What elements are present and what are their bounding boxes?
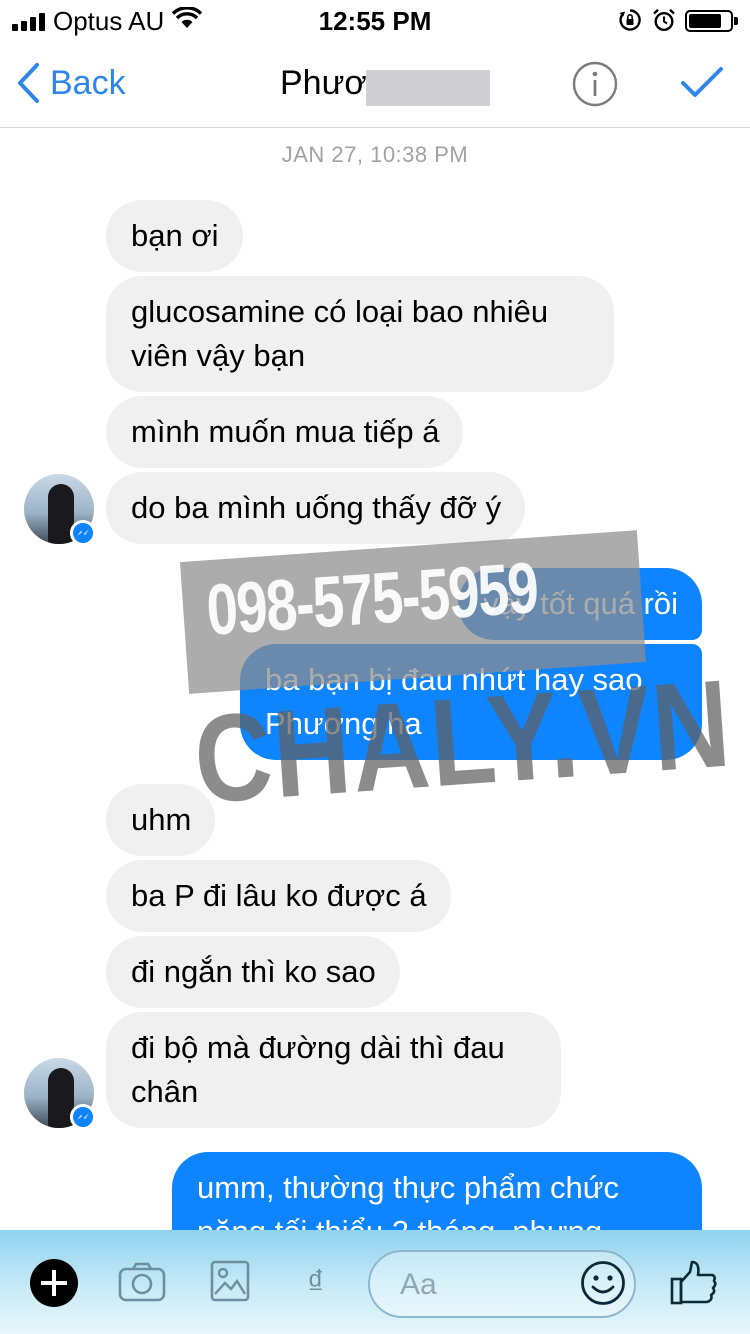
messenger-badge-icon [70,520,96,546]
message-bubble-incoming[interactable]: đi bộ mà đường dài thì đau chân [106,1012,561,1128]
back-label: Back [50,63,126,102]
avatar[interactable] [24,1058,96,1130]
alarm-icon [653,8,675,32]
message-input-placeholder: Aa [400,1268,437,1301]
message-text: viên vậy bạn [131,338,306,373]
message-text: chân [131,1074,199,1109]
back-chevron-icon [18,63,39,103]
message-bubble-incoming[interactable]: do ba mình uống thấy đỡ ý [106,472,526,544]
message-bubble-incoming[interactable]: glucosamine có loại bao nhiêu viên vậy b… [106,276,614,392]
battery-icon [685,10,738,32]
avatar[interactable] [24,474,96,546]
back-button[interactable]: Back [16,62,126,104]
emoji-icon[interactable] [580,1260,626,1306]
message-bubble-incoming[interactable]: mình muốn mua tiếp á [106,396,464,468]
message-text: đi ngắn thì ko sao [131,954,376,989]
image-icon[interactable] [210,1260,250,1302]
messenger-badge-icon [70,1104,96,1130]
message-bubble-incoming[interactable]: đi ngắn thì ko sao [106,936,400,1008]
currency-icon[interactable]: ₫ [307,1264,324,1303]
plus-icon[interactable] [30,1259,78,1307]
message-text: do ba mình uống thấy đỡ ý [131,490,502,525]
status-bar: Optus AU 12:55 PM [0,0,750,40]
message-text: umm, thường thực phẩm chức [197,1170,620,1205]
message-text: glucosamine có loại bao nhiêu [131,294,549,329]
message-composer: ₫ Aa [0,1230,750,1334]
message-text: ba P đi lâu ko được á [131,878,427,913]
message-bubble-incoming[interactable]: ba P đi lâu ko được á [106,860,451,932]
info-icon[interactable] [572,61,618,107]
message-text: đi bộ mà đường dài thì đau [131,1030,505,1065]
rotation-lock-icon [619,9,641,31]
message-text: mình muốn mua tiếp á [131,414,440,449]
message-text: bạn ơi [131,218,219,253]
camera-icon[interactable] [118,1262,166,1302]
redacted-name [366,70,490,106]
thumbs-up-icon[interactable] [670,1260,718,1306]
message-bubble-incoming[interactable]: bạn ơi [106,200,243,272]
checkmark-icon[interactable] [680,66,724,100]
date-separator: JAN 27, 10:38 PM [281,142,469,167]
message-text: uhm [131,802,192,837]
contact-name[interactable]: Phươ [280,64,367,103]
